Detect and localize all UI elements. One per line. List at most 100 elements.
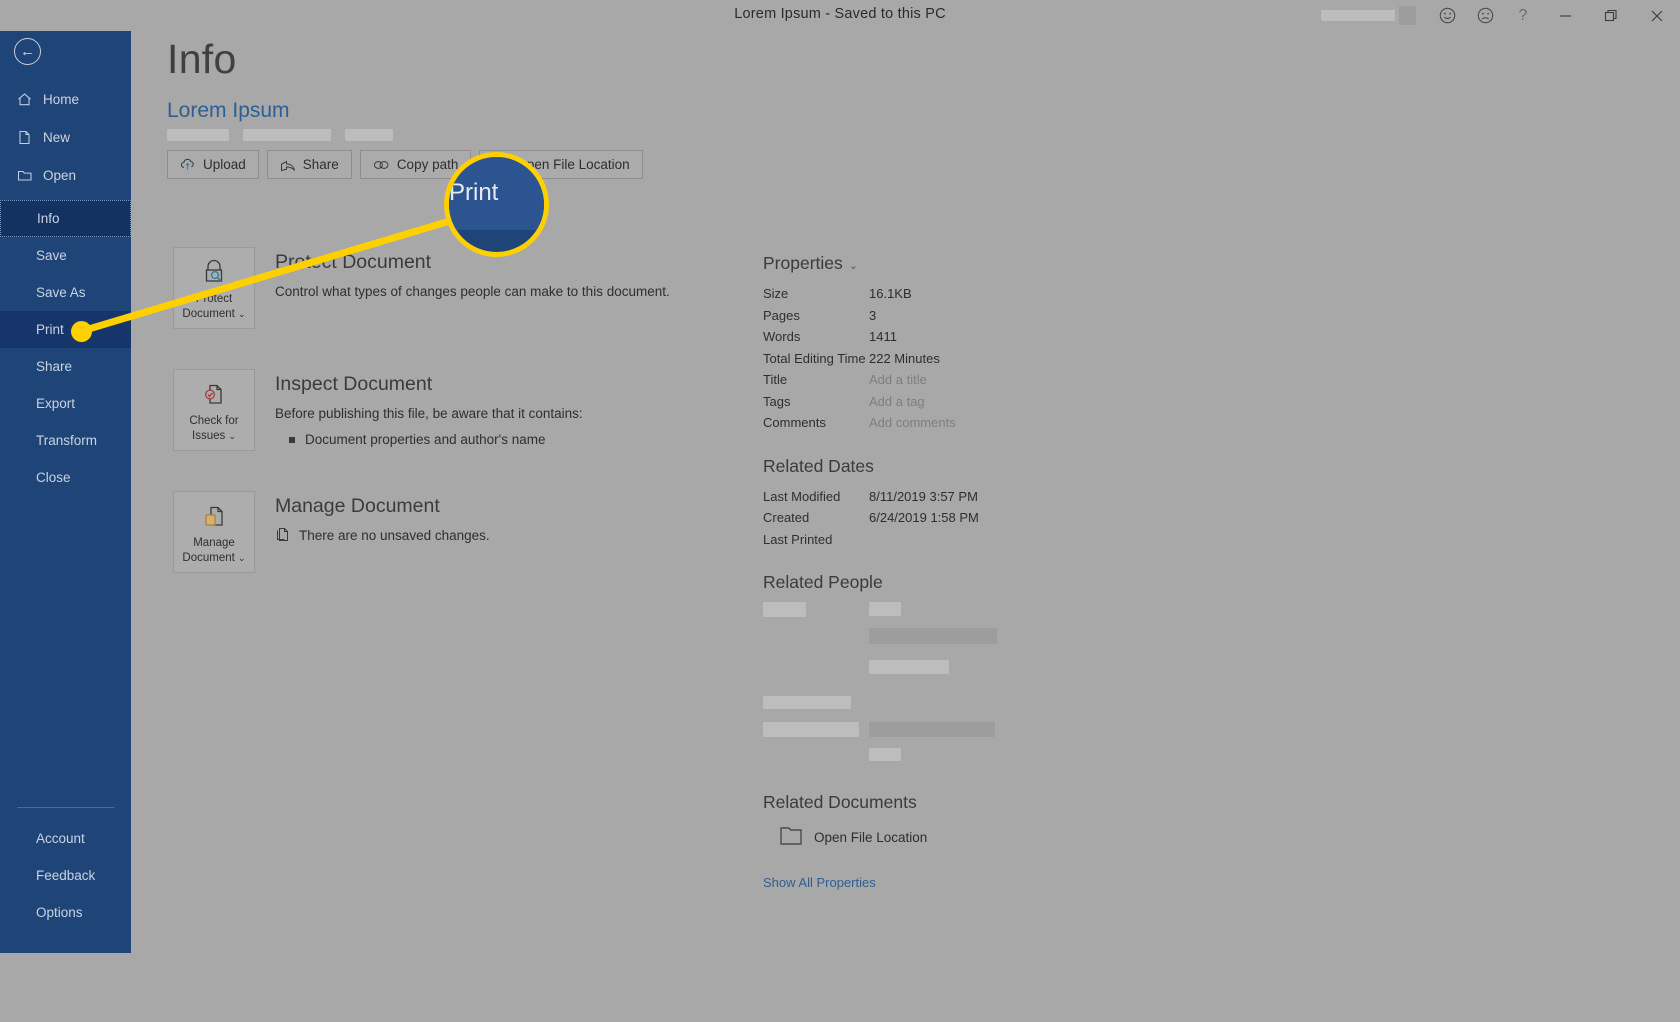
check-for-issues-button[interactable]: Check for Issues ⌄: [173, 369, 255, 451]
sidebar-item-label: Options: [36, 905, 83, 920]
help-icon[interactable]: ?: [1504, 0, 1542, 31]
property-value-placeholder[interactable]: Add a tag: [869, 394, 925, 409]
related-people-redacted: [763, 602, 1123, 770]
bottom-bar: [0, 953, 1680, 1022]
open-folder-icon: [17, 168, 43, 183]
card-bullet: Document properties and author's name: [289, 430, 583, 450]
card-heading: Protect Document: [275, 251, 432, 273]
date-row-last-printed: Last Printed: [763, 529, 1123, 551]
protect-document-card: Protect Document ⌄ Protect Document Contr…: [173, 247, 793, 329]
show-all-properties-link[interactable]: Show All Properties: [763, 875, 1123, 890]
sidebar-item-save-as[interactable]: Save As: [0, 274, 131, 311]
chevron-down-icon[interactable]: ⌄: [849, 259, 858, 272]
property-value-placeholder[interactable]: Add comments: [869, 415, 956, 430]
property-value: 3: [869, 307, 877, 323]
minimize-button[interactable]: [1542, 0, 1588, 31]
sidebar-item-print[interactable]: Print: [0, 311, 131, 348]
info-cards: Protect Document ⌄ Protect Document Contr…: [173, 247, 793, 613]
back-arrow-icon[interactable]: ←: [14, 38, 41, 65]
bullet-square-icon: [289, 437, 295, 444]
property-key: Words: [763, 329, 801, 345]
magnified-item-print[interactable]: Print: [449, 157, 544, 230]
sidebar-item-share[interactable]: Share: [0, 348, 131, 385]
sidebar-item-save[interactable]: Save: [0, 237, 131, 274]
date-value: 8/11/2019 3:57 PM: [869, 488, 978, 504]
backstage-sidebar: ← Home New Open Info Save Save As Print …: [0, 0, 131, 953]
card-heading: Inspect Document: [275, 373, 433, 395]
manage-status-row: There are no unsaved changes.: [275, 526, 490, 547]
user-account-redacted[interactable]: [1321, 6, 1416, 25]
smiley-face-icon[interactable]: [1428, 0, 1466, 31]
property-key: Total Editing Time: [763, 350, 866, 366]
sidebar-item-label: Save As: [36, 285, 86, 300]
button-label: Share: [302, 157, 339, 172]
sidebar-item-account[interactable]: Account: [0, 820, 131, 857]
restore-button[interactable]: [1588, 0, 1634, 31]
sidebar-item-transform[interactable]: Transform: [0, 422, 131, 459]
sidebar-item-home[interactable]: Home: [0, 80, 131, 118]
sidebar-item-label: New: [43, 129, 71, 145]
properties-heading-label: Properties: [763, 253, 843, 273]
magnifier-content: Save As Print Share: [449, 157, 544, 252]
property-row-comments[interactable]: Comments Add comments: [763, 412, 1123, 434]
property-key: Comments: [763, 415, 826, 431]
sidebar-item-feedback[interactable]: Feedback: [0, 857, 131, 894]
callout-target-dot: [71, 321, 92, 342]
protect-document-body: Protect Document Control what types of c…: [275, 247, 670, 329]
upload-button[interactable]: Upload: [167, 150, 259, 179]
sidebar-item-close[interactable]: Close: [0, 459, 131, 496]
sidebar-item-info[interactable]: Info: [0, 200, 131, 237]
related-people-heading: Related People: [763, 572, 883, 592]
property-row-tags[interactable]: Tags Add a tag: [763, 391, 1123, 413]
button-caption: Protect Document ⌄: [182, 293, 246, 320]
title-bar-right-controls: ?: [1321, 0, 1680, 31]
versions-icon: [275, 526, 290, 547]
inspect-document-body: Inspect Document Before publishing this …: [275, 369, 583, 451]
share-button[interactable]: Share: [266, 150, 352, 179]
document-check-icon: [199, 377, 229, 411]
frowny-face-icon[interactable]: [1466, 0, 1504, 31]
sidebar-item-options[interactable]: Options: [0, 894, 131, 931]
protect-document-button[interactable]: Protect Document ⌄: [173, 247, 255, 329]
sidebar-item-open[interactable]: Open: [0, 156, 131, 194]
related-documents-heading: Related Documents: [763, 792, 917, 812]
upload-cloud-icon: [180, 158, 196, 171]
property-key: Size: [763, 286, 789, 302]
document-path-redacted: [167, 129, 393, 141]
date-key: Created: [763, 510, 810, 526]
sidebar-item-label: Close: [36, 470, 71, 485]
sidebar-item-label: Save: [36, 248, 67, 263]
manage-document-button[interactable]: Manage Document ⌄: [173, 491, 255, 573]
property-row-size: Size 16.1KB: [763, 283, 1123, 305]
manage-document-body: Manage Document There are no unsaved cha…: [275, 491, 490, 573]
property-value: 16.1KB: [869, 286, 912, 302]
sidebar-item-label: Open: [43, 167, 77, 183]
word-backstage-info-screen: Lorem Ipsum - Saved to this PC ? ← Home …: [0, 0, 1680, 1022]
close-button[interactable]: [1634, 0, 1680, 31]
sidebar-item-label: Account: [36, 831, 85, 846]
sidebar-bottom-nav: Account Feedback Options: [0, 798, 131, 931]
open-file-location-label: Open File Location: [814, 829, 928, 845]
sidebar-item-label: Share: [36, 359, 73, 374]
date-row-last-modified: Last Modified 8/11/2019 3:57 PM: [763, 486, 1123, 508]
property-value: 1411: [869, 329, 897, 345]
open-file-location-link[interactable]: Open File Location: [779, 825, 1123, 849]
sidebar-item-new[interactable]: New: [0, 118, 131, 156]
date-row-created: Created 6/24/2019 1:58 PM: [763, 507, 1123, 529]
print-magnifier-callout: Save As Print Share: [444, 152, 549, 257]
property-key: Tags: [763, 393, 791, 409]
properties-panel: Properties ⌄ Size 16.1KB Pages 3 Words 1…: [763, 253, 1123, 890]
inspect-document-card: Check for Issues ⌄ Inspect Document Befor…: [173, 369, 793, 451]
property-row-editing-time: Total Editing Time 222 Minutes: [763, 348, 1123, 370]
property-value-placeholder[interactable]: Add a title: [869, 372, 927, 387]
property-value: 222 Minutes: [869, 350, 940, 366]
card-description: Control what types of changes people can…: [275, 284, 670, 299]
manage-document-icon: [199, 499, 229, 533]
property-row-title[interactable]: Title Add a title: [763, 369, 1123, 391]
sidebar-main-nav: Info Save Save As Print Share Export Tra…: [0, 200, 131, 496]
share-icon: [280, 158, 296, 172]
new-document-icon: [17, 130, 43, 145]
properties-heading[interactable]: Properties ⌄: [763, 253, 1123, 274]
sidebar-item-export[interactable]: Export: [0, 385, 131, 422]
related-documents-section: Related Documents Open File Location Sho…: [763, 792, 1123, 890]
